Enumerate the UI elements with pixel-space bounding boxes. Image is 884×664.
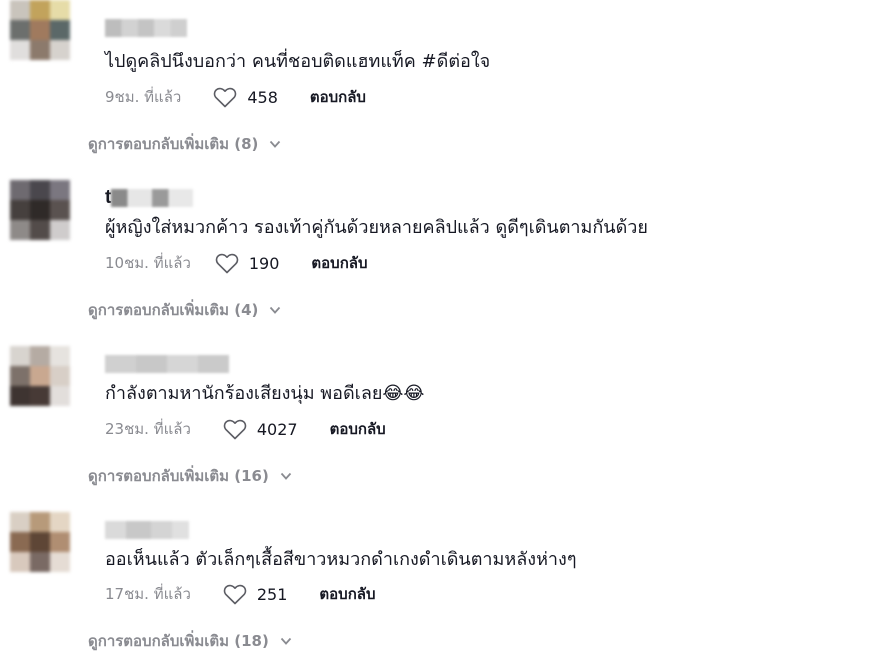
heart-outline-icon[interactable]: [223, 583, 247, 605]
comment-text: ออเห็นแล้ว ตัวเล็กๆเสื้อสีขาวหมวกดำเกงดำ…: [105, 549, 577, 570]
username[interactable]: [105, 19, 187, 37]
username[interactable]: [105, 355, 229, 373]
reply-button[interactable]: ตอบกลับ: [319, 582, 375, 606]
comment-time: 9ชม. ที่แล้ว: [105, 88, 182, 106]
heart-outline-icon[interactable]: [215, 252, 239, 274]
reply-button[interactable]: ตอบกลับ: [310, 85, 366, 109]
like-count: 4027: [256, 419, 298, 439]
comment-time: 23ชม. ที่แล้ว: [105, 420, 191, 438]
chevron-down-icon: [268, 137, 282, 151]
comment-meta: 23ชม. ที่แล้ว 4027 ตอบกลับ: [105, 417, 386, 441]
username[interactable]: [105, 521, 189, 539]
avatar[interactable]: [10, 346, 70, 406]
username-redacted: [111, 189, 194, 207]
username-redacted: [105, 521, 189, 539]
comment-time: 10ชม. ที่แล้ว: [105, 254, 191, 272]
chevron-down-icon: [279, 634, 293, 648]
username[interactable]: t: [105, 188, 194, 207]
comment-text: ไปดูคลิปนึงบอกว่า คนที่ชอบติดแฮทแท็ค #ดี…: [105, 51, 491, 72]
comment-meta: 10ชม. ที่แล้ว 190 ตอบกลับ: [105, 251, 368, 275]
comment-item: ออเห็นแล้ว ตัวเล็กๆเสื้อสีขาวหมวกดำเกงดำ…: [0, 484, 884, 650]
reply-button[interactable]: ตอบกลับ: [330, 417, 386, 441]
comment-text: กำลังตามหานักร้องเสียงนุ่ม พอดีเลย😂😂: [105, 383, 425, 404]
avatar[interactable]: [10, 512, 70, 572]
heart-outline-icon[interactable]: [213, 86, 237, 108]
like-count: 190: [248, 253, 280, 273]
reply-button[interactable]: ตอบกลับ: [311, 251, 367, 275]
chevron-down-icon: [268, 303, 282, 317]
comment-item: ไปดูคลิปนึงบอกว่า คนที่ชอบติดแฮทแท็ค #ดี…: [0, 0, 884, 153]
avatar[interactable]: [10, 180, 70, 240]
username-redacted: [105, 19, 187, 37]
view-more-replies-label: ดูการตอบกลับเพิ่มเติม (18): [88, 632, 269, 650]
comment-text: ผู้หญิงใส่หมวกค้าว รองเท้าคู่กันด้วยหลาย…: [105, 217, 648, 238]
like-count: 458: [247, 87, 278, 107]
avatar[interactable]: [10, 0, 70, 60]
view-more-replies-button[interactable]: ดูการตอบกลับเพิ่มเติม (18): [88, 629, 293, 653]
comment-meta: 9ชม. ที่แล้ว 458 ตอบกลับ: [105, 85, 366, 109]
chevron-down-icon: [279, 469, 293, 483]
like-count: 251: [256, 584, 288, 604]
comment-item: t ผู้หญิงใส่หมวกค้าว รองเท้าคู่กันด้วยหล…: [0, 152, 884, 319]
heart-outline-icon[interactable]: [223, 418, 247, 440]
comment-time: 17ชม. ที่แล้ว: [105, 585, 191, 603]
username-redacted: [105, 355, 229, 373]
comment-item: กำลังตามหานักร้องเสียงนุ่ม พอดีเลย😂😂 23ช…: [0, 318, 884, 485]
comment-meta: 17ชม. ที่แล้ว 251 ตอบกลับ: [105, 582, 376, 606]
